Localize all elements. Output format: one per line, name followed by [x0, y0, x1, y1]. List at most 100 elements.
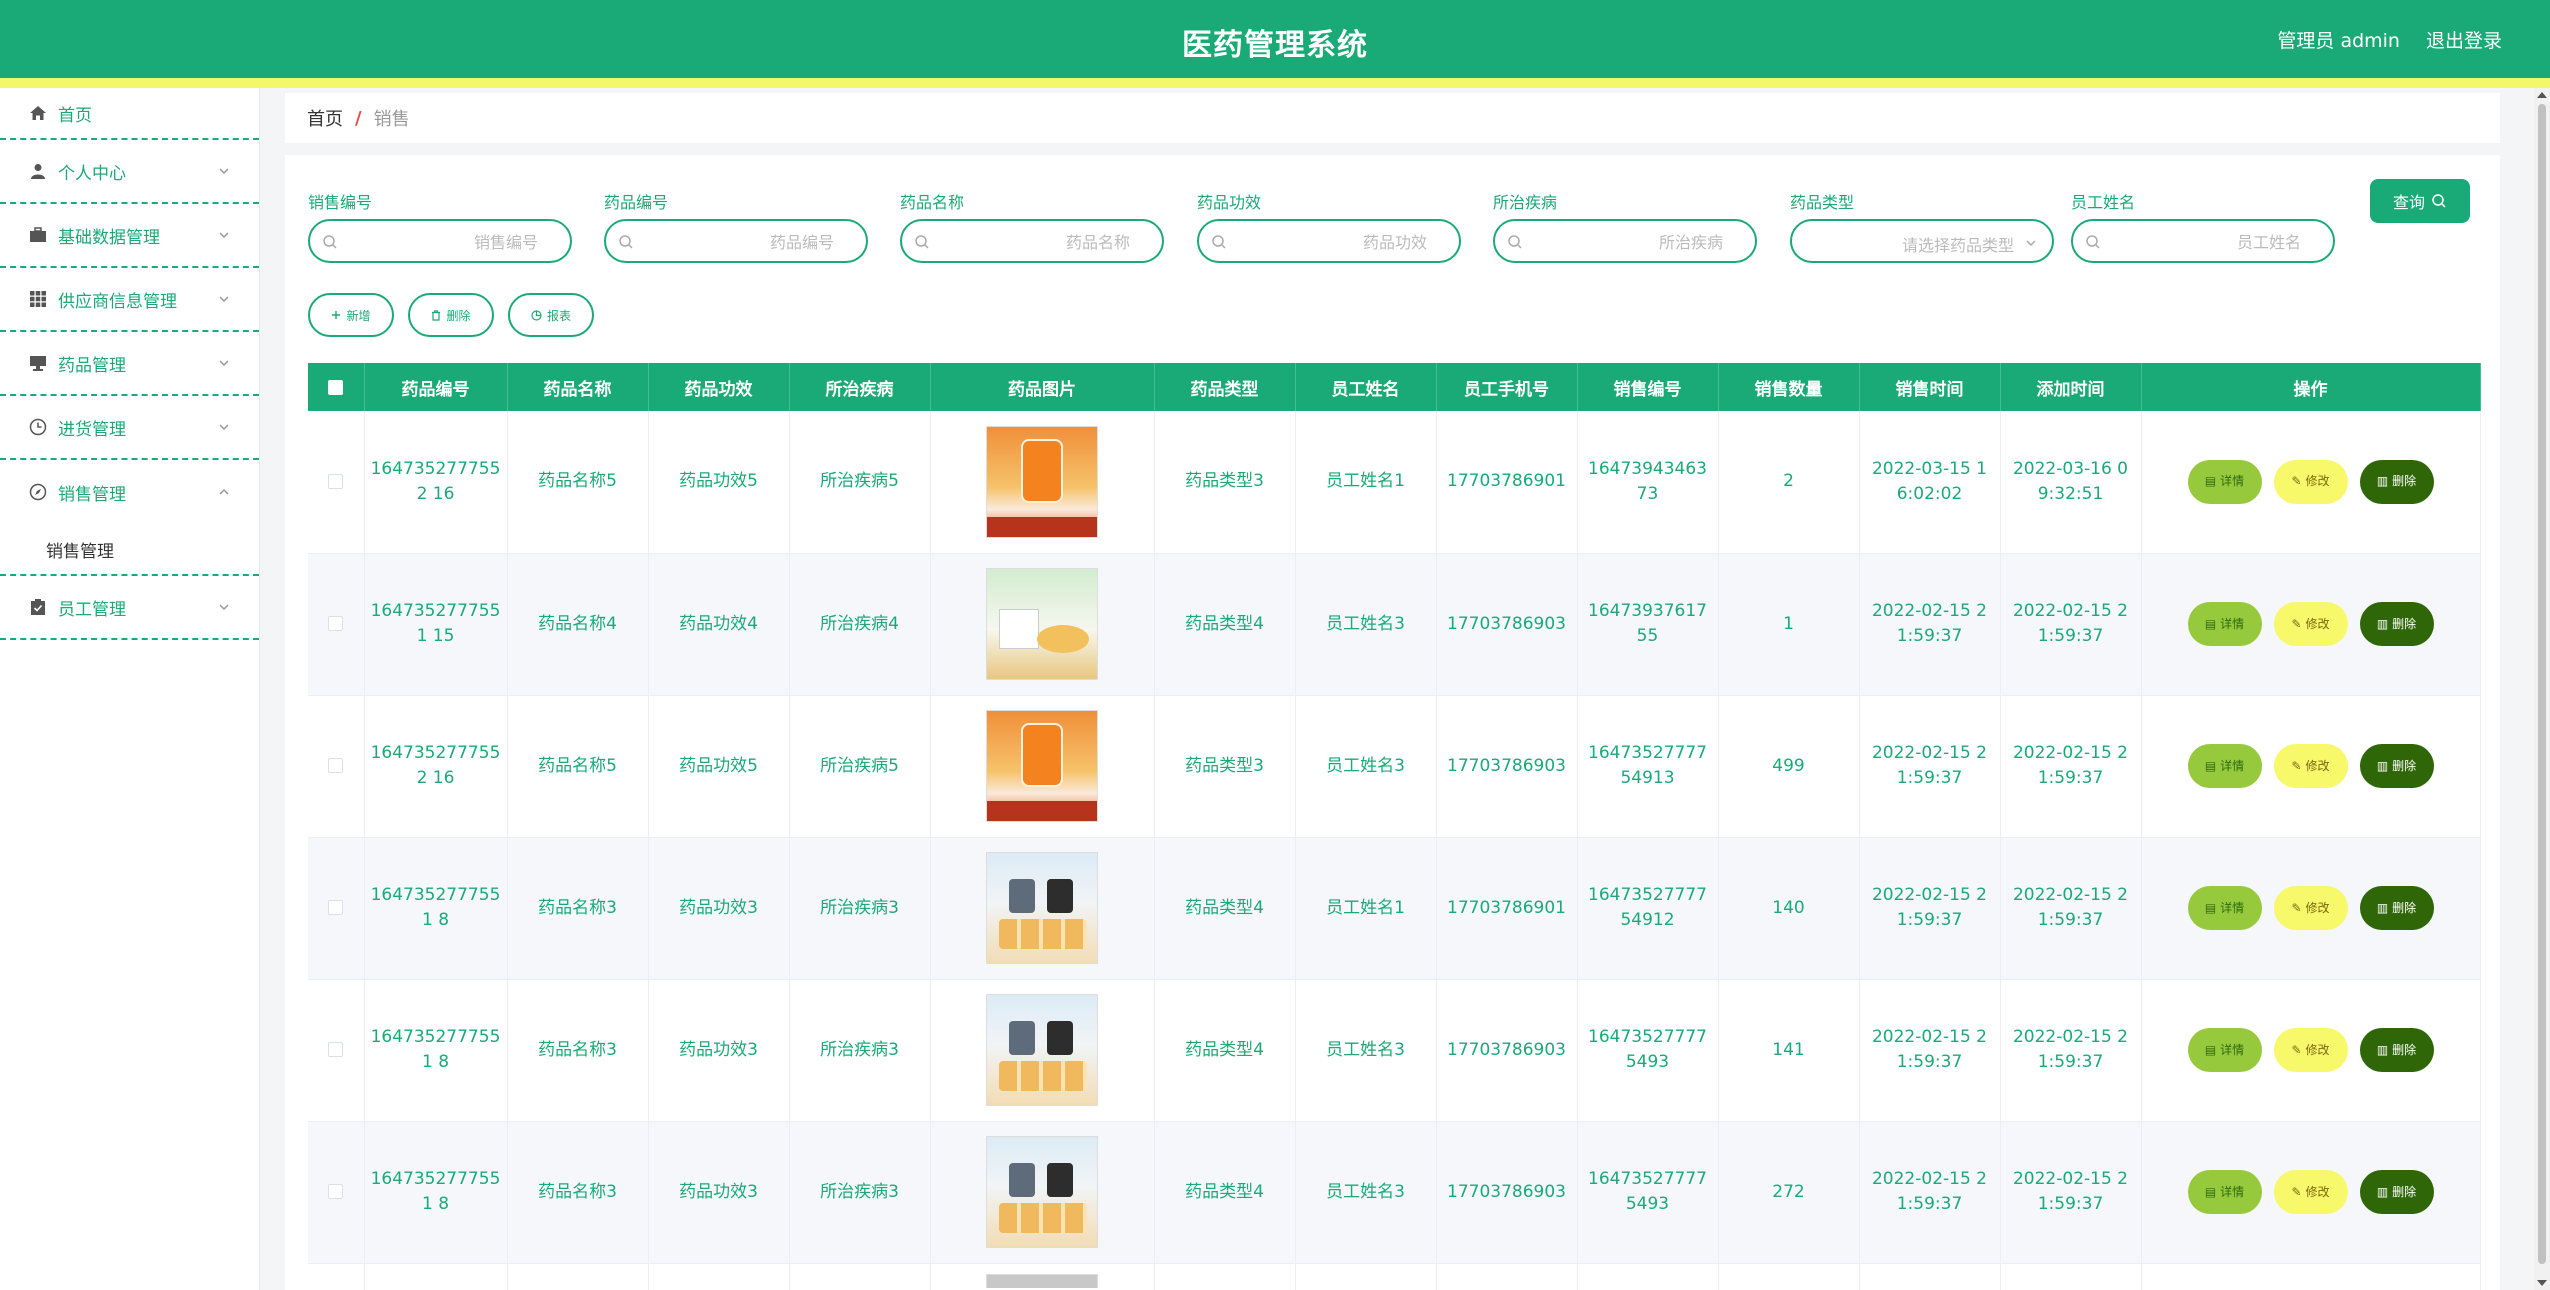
- sidebar-item-staff[interactable]: 员工管理: [0, 576, 259, 640]
- sidebar-item-purchase[interactable]: 进货管理: [0, 396, 259, 460]
- drug-image[interactable]: [986, 425, 1098, 538]
- row-checkbox[interactable]: [328, 1184, 344, 1199]
- row-checkbox[interactable]: [328, 1042, 344, 1057]
- scroll-up-arrow[interactable]: [2537, 92, 2547, 98]
- drug-name-input[interactable]: [940, 230, 1130, 254]
- compass-icon: [28, 482, 48, 502]
- breadcrumb-home[interactable]: 首页: [307, 105, 343, 131]
- cell-operations: ▤ 详情 ✎ 修改 ▥ 删除: [2141, 979, 2481, 1122]
- toolbar-actions: 新增 删除 报表: [308, 293, 594, 337]
- filter-drug-no: 药品编号: [604, 189, 868, 263]
- report-button[interactable]: 报表: [508, 293, 594, 337]
- drug-image[interactable]: [986, 1136, 1098, 1248]
- report-label: 报表: [546, 308, 571, 323]
- query-label: 查询: [2392, 193, 2425, 212]
- drug-image[interactable]: [986, 1273, 1098, 1288]
- logout-link[interactable]: 退出登录: [2426, 26, 2502, 53]
- delete-button[interactable]: ▥ 删除: [2359, 1170, 2434, 1214]
- document-icon: ▤: [2204, 1184, 2217, 1199]
- row-select-cell: [308, 695, 365, 838]
- pencil-icon: ✎: [2291, 1042, 2302, 1057]
- detail-button[interactable]: ▤ 详情: [2187, 1170, 2262, 1214]
- row-checkbox[interactable]: [328, 473, 344, 489]
- cell-disease: 所治疾病3: [789, 979, 931, 1122]
- drug-type-placeholder: 请选择药品类型: [1901, 236, 2014, 255]
- cell-operations: ▤ 详情 ✎ 修改 ▥ 删除: [2141, 553, 2481, 696]
- disease-input[interactable]: [1533, 230, 1723, 254]
- drug-image[interactable]: [986, 710, 1098, 822]
- scroll-down-arrow[interactable]: [2537, 1280, 2547, 1286]
- cell-add-time: 2022-02-15 21:59:37: [2000, 979, 2142, 1122]
- detail-button[interactable]: ▤ 详情: [2187, 459, 2262, 504]
- row-checkbox[interactable]: [328, 900, 344, 915]
- detail-button[interactable]: ▤ 详情: [2187, 602, 2262, 646]
- cell-sale-time: 2022-03-15 16:02:02: [1859, 411, 2001, 554]
- sidebar-item-supplier[interactable]: 供应商信息管理: [0, 268, 259, 332]
- cell-effect: 药品功效5: [648, 695, 790, 838]
- sidebar-item-home[interactable]: 首页: [0, 88, 259, 140]
- filter-label: 药品功效: [1197, 193, 1262, 212]
- delete-label: 删除: [446, 308, 471, 323]
- edit-button[interactable]: ✎ 修改: [2273, 886, 2348, 930]
- row-checkbox[interactable]: [328, 616, 344, 631]
- sidebar-subitem-sales-management[interactable]: 销售管理: [0, 524, 259, 576]
- vertical-scrollbar[interactable]: [2534, 88, 2550, 1290]
- effect-input[interactable]: [1237, 230, 1427, 254]
- sidebar-item-personal-center[interactable]: 个人中心: [0, 140, 259, 204]
- filter-label: 员工姓名: [2071, 193, 2136, 212]
- cell-phone: 17703786901: [1436, 411, 1578, 554]
- row-checkbox[interactable]: [328, 758, 344, 773]
- filter-drug-name: 药品名称: [900, 189, 1164, 263]
- delete-button[interactable]: ▥ 删除: [2359, 1028, 2434, 1072]
- query-button[interactable]: 查询: [2370, 179, 2470, 223]
- sidebar-item-basic-data[interactable]: 基础数据管理: [0, 204, 259, 268]
- delete-button[interactable]: ▥ 删除: [2359, 602, 2434, 646]
- search-icon: [2086, 235, 2100, 249]
- drug-image[interactable]: [986, 994, 1098, 1106]
- detail-button[interactable]: ▤ 详情: [2187, 886, 2262, 930]
- cell-operations: ▤ 详情 ✎ 修改 ▥ 删除: [2141, 1121, 2481, 1264]
- sidebar-item-drug[interactable]: 药品管理: [0, 332, 259, 396]
- delete-button[interactable]: ▥ 删除: [2359, 459, 2434, 504]
- edit-button[interactable]: ✎ 修改: [2273, 602, 2348, 646]
- delete-button[interactable]: ▥ 删除: [2359, 886, 2434, 930]
- drug-image[interactable]: [986, 852, 1098, 964]
- staff-name-input[interactable]: [2111, 230, 2301, 254]
- sidebar-item-sales[interactable]: 销售管理: [0, 460, 259, 524]
- batch-delete-button[interactable]: 删除: [408, 293, 494, 337]
- delete-label: 删除: [2392, 900, 2417, 915]
- header-sale-no: 销售编号: [1577, 363, 1719, 411]
- cell-drug-name: 药品名称3: [507, 837, 649, 980]
- scrollbar-thumb[interactable]: [2538, 104, 2546, 1264]
- cell-image: [930, 979, 1155, 1122]
- detail-label: 详情: [2220, 616, 2245, 631]
- trash-icon: ▥: [2376, 758, 2389, 773]
- edit-button[interactable]: ✎ 修改: [2273, 459, 2348, 504]
- cell-drug-no: 1647352777552 16: [364, 695, 508, 838]
- delete-button[interactable]: ▥ 删除: [2359, 744, 2434, 788]
- edit-button[interactable]: ✎ 修改: [2273, 744, 2348, 788]
- cell-image: [930, 695, 1155, 838]
- edit-button[interactable]: ✎ 修改: [2273, 1170, 2348, 1214]
- edit-label: 修改: [2305, 900, 2330, 915]
- detail-label: 详情: [2220, 1184, 2245, 1199]
- app-title: 医药管理系统: [1182, 28, 1368, 63]
- sidebar-item-label: 药品管理: [58, 355, 126, 376]
- detail-button[interactable]: ▤ 详情: [2187, 1028, 2262, 1072]
- edit-button[interactable]: ✎ 修改: [2273, 1028, 2348, 1072]
- chevron-down-icon: [219, 424, 229, 431]
- filter-label: 药品名称: [900, 193, 965, 212]
- drug-image[interactable]: [986, 568, 1098, 680]
- add-button[interactable]: 新增: [308, 293, 394, 337]
- drug-type-select[interactable]: 请选择药品类型: [1790, 219, 2054, 263]
- detail-button[interactable]: ▤ 详情: [2187, 744, 2262, 788]
- select-all-checkbox[interactable]: [328, 379, 344, 395]
- cell-drug-name: 药品名称3: [507, 1121, 649, 1264]
- current-user[interactable]: 管理员 admin: [2277, 26, 2400, 53]
- cell-sale-time: 2022-02-15 21:59:37: [1859, 553, 2001, 696]
- header-operations: 操作: [2141, 363, 2481, 411]
- table-row: 1647352777552 16 药品名称5 药品功效5 所治疾病5 药品类型3…: [308, 411, 2481, 554]
- sale-no-input[interactable]: [348, 230, 538, 254]
- drug-no-input[interactable]: [644, 230, 834, 254]
- edit-label: 修改: [2305, 474, 2330, 489]
